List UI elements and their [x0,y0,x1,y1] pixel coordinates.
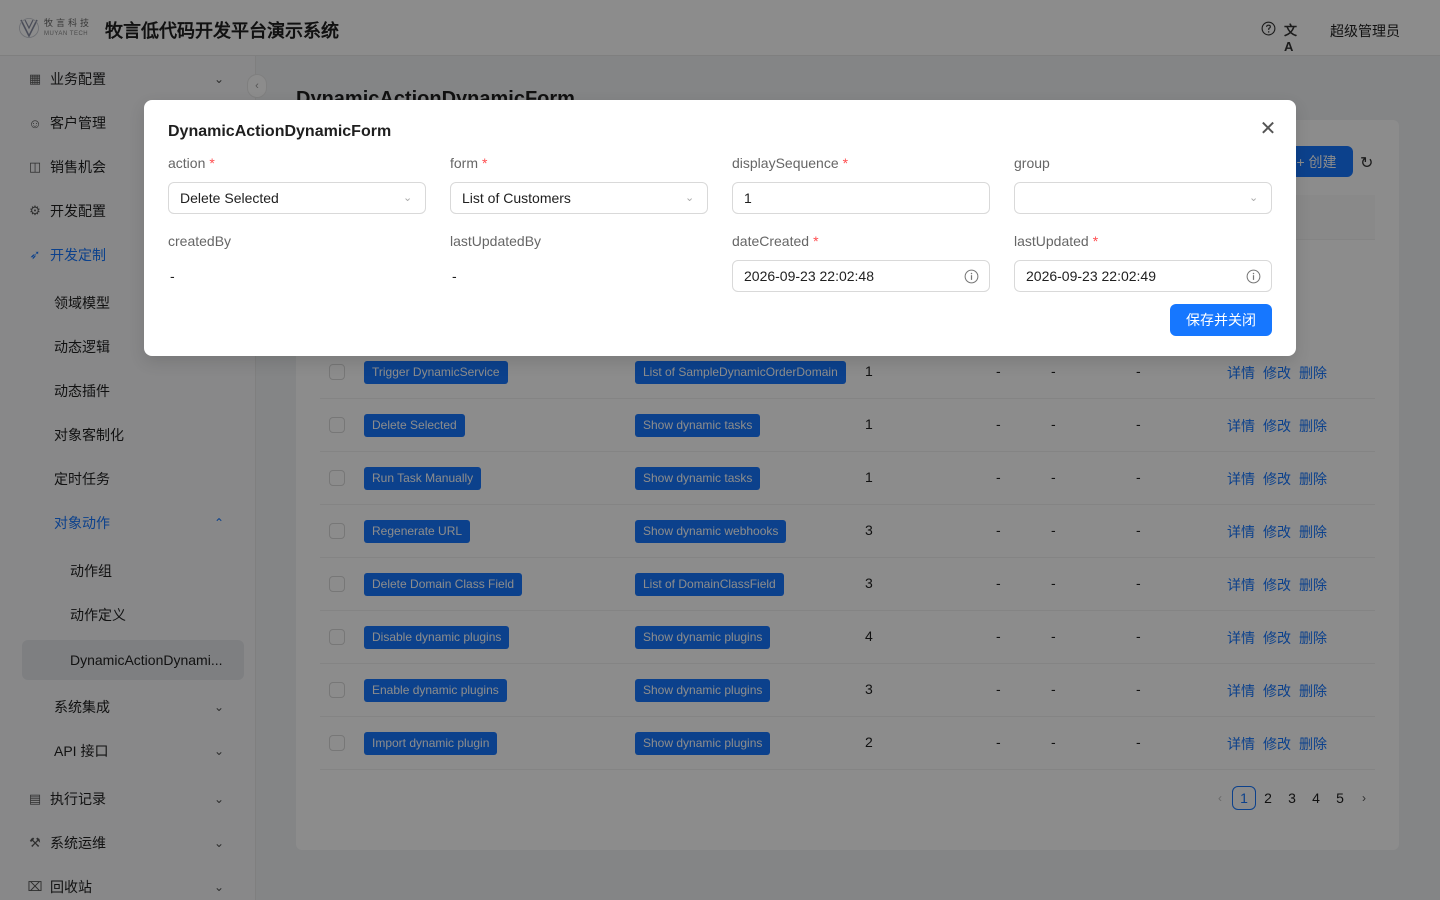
created-by-value: - [170,268,175,284]
action-label: action * [168,155,215,171]
action-select-value: Delete Selected [180,190,279,206]
info-icon [964,269,979,284]
edit-modal: DynamicActionDynamicForm ✕ action * Delet… [144,100,1296,356]
last-updated-by-label: lastUpdatedBy [450,233,542,249]
close-icon[interactable]: ✕ [1258,118,1278,140]
save-and-close-button[interactable]: 保存并关闭 [1170,304,1272,336]
created-by-label: createdBy [168,233,232,249]
display-sequence-input[interactable]: 1 [732,182,990,214]
date-created-value: 2026-09-23 22:02:48 [744,268,874,284]
display-sequence-value: 1 [744,190,752,206]
info-icon [1246,269,1261,284]
form-select[interactable]: List of Customers ⌄ [450,182,708,214]
form-select-value: List of Customers [462,190,571,206]
modal-title: DynamicActionDynamicForm [168,123,392,140]
last-updated-label: lastUpdated * [1014,233,1099,249]
last-updated-input[interactable]: 2026-09-23 22:02:49 [1014,260,1272,292]
date-created-input[interactable]: 2026-09-23 22:02:48 [732,260,990,292]
last-updated-value: 2026-09-23 22:02:49 [1026,268,1156,284]
date-created-label: dateCreated * [732,233,819,249]
chevron-down-icon: ⌄ [1249,192,1259,204]
form-label: form * [450,155,488,171]
display-sequence-label: displaySequence * [732,155,849,171]
last-updated-by-value: - [452,268,457,284]
group-select[interactable]: ⌄ [1014,182,1272,214]
chevron-down-icon: ⌄ [403,192,413,204]
chevron-down-icon: ⌄ [685,192,695,204]
group-label: group [1014,155,1050,171]
action-select[interactable]: Delete Selected ⌄ [168,182,426,214]
